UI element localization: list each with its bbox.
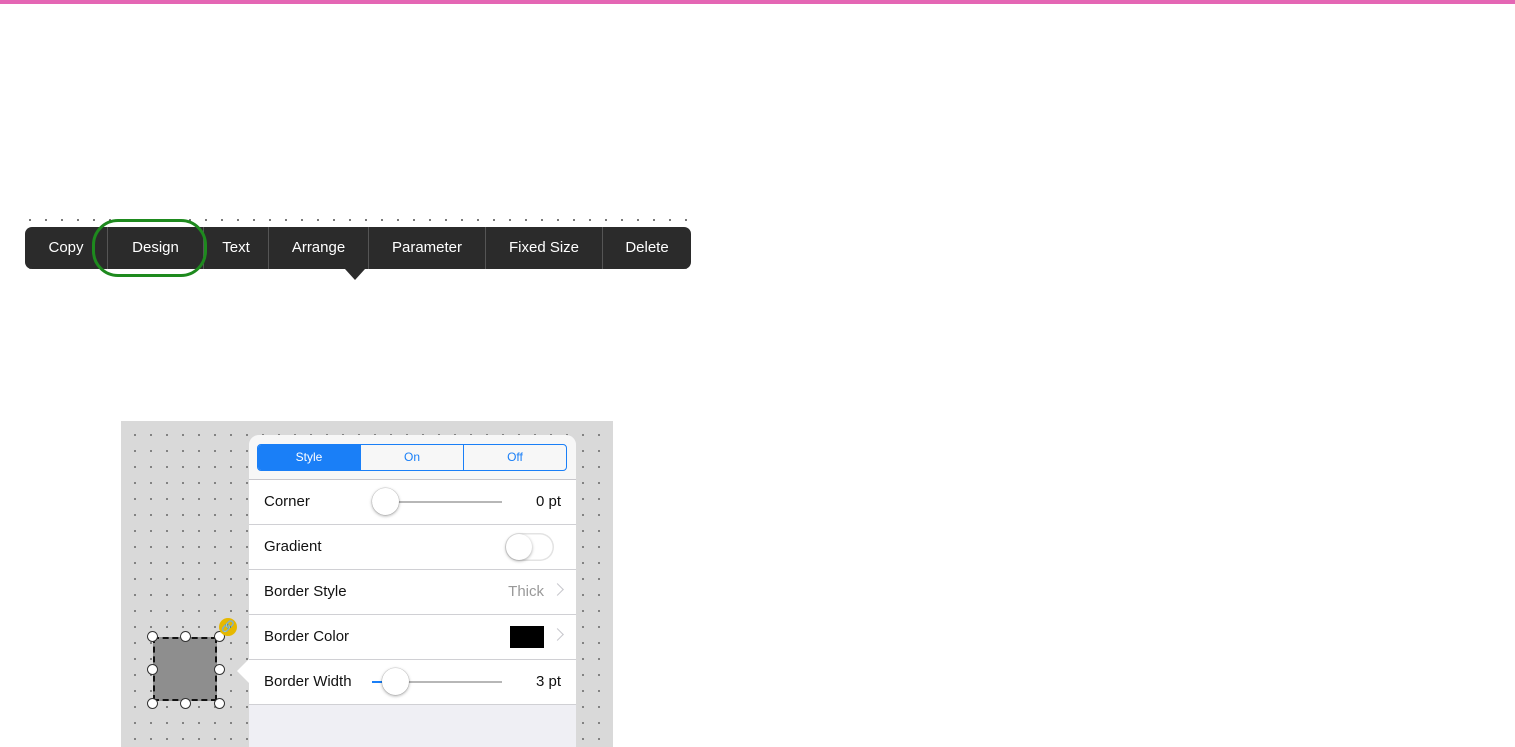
menu-item-text[interactable]: Text xyxy=(204,227,269,269)
gradient-toggle[interactable] xyxy=(505,533,554,561)
tab-on[interactable]: On xyxy=(361,445,464,470)
chevron-right-icon xyxy=(551,628,564,641)
resize-handle[interactable] xyxy=(147,664,158,675)
menu-pointer-arrow xyxy=(345,269,365,280)
border-style-value: Thick xyxy=(508,583,544,600)
design-highlight-ring xyxy=(92,219,207,277)
border-width-value: 3 pt xyxy=(535,673,561,690)
border-color-swatch xyxy=(510,626,544,648)
link-icon[interactable]: 🔗 xyxy=(219,618,237,636)
resize-handle[interactable] xyxy=(147,631,158,642)
tab-off[interactable]: Off xyxy=(464,445,566,470)
corner-value: 0 pt xyxy=(535,493,561,510)
tab-style[interactable]: Style xyxy=(258,445,361,470)
popover-pointer-arrow xyxy=(237,659,249,683)
border-width-slider-fill xyxy=(372,681,382,683)
border-style-row[interactable]: Border Style Thick xyxy=(249,570,576,615)
canvas-panel: 🔗 Style On Off Corner 0 pt Gradient Bord… xyxy=(121,421,613,747)
chevron-right-icon xyxy=(551,583,564,596)
toggle-knob xyxy=(506,534,532,560)
selected-shape[interactable] xyxy=(153,637,217,701)
corner-label: Corner xyxy=(264,493,310,510)
resize-handle[interactable] xyxy=(214,698,225,709)
style-segmented-control: Style On Off xyxy=(257,444,567,471)
menu-item-fixed-size[interactable]: Fixed Size xyxy=(486,227,603,269)
border-width-row: Border Width 3 pt xyxy=(249,660,576,705)
border-width-slider-thumb[interactable] xyxy=(382,668,409,695)
gradient-row: Gradient xyxy=(249,525,576,570)
border-style-label: Border Style xyxy=(264,583,347,600)
border-color-label: Border Color xyxy=(264,628,350,645)
top-accent-bar xyxy=(0,0,1515,4)
gradient-label: Gradient xyxy=(264,538,322,555)
resize-handle[interactable] xyxy=(214,664,225,675)
design-popover: Style On Off Corner 0 pt Gradient Border… xyxy=(249,435,576,747)
menu-item-arrange[interactable]: Arrange xyxy=(269,227,369,269)
resize-handle[interactable] xyxy=(147,698,158,709)
menu-item-delete[interactable]: Delete xyxy=(603,227,691,269)
corner-slider-thumb[interactable] xyxy=(372,488,399,515)
border-color-row[interactable]: Border Color xyxy=(249,615,576,660)
corner-row: Corner 0 pt xyxy=(249,480,576,525)
resize-handle[interactable] xyxy=(180,698,191,709)
settings-list: Corner 0 pt Gradient Border Style Thick … xyxy=(249,480,576,705)
menu-item-parameter[interactable]: Parameter xyxy=(369,227,486,269)
resize-handle[interactable] xyxy=(180,631,191,642)
segment-header: Style On Off xyxy=(249,435,576,480)
border-width-label: Border Width xyxy=(264,673,352,690)
